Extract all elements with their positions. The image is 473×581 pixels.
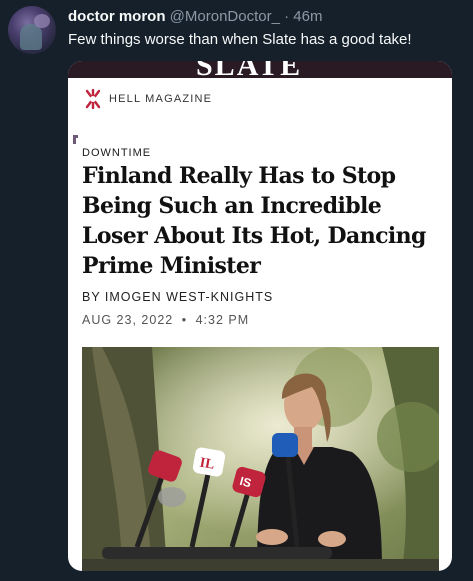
section-label: HELL MAGAZINE	[83, 89, 212, 109]
article-photo: IL IS	[82, 347, 439, 571]
tweet-time[interactable]: 46m	[293, 8, 322, 25]
slate-header-bar: SLATE	[68, 61, 452, 78]
slate-star-icon	[85, 89, 101, 109]
byline: BY IMOGEN WEST-KNIGHTS	[82, 290, 274, 304]
handle[interactable]: @MoronDoctor_	[170, 8, 280, 25]
tweet-text: Few things worse than when Slate has a g…	[68, 31, 412, 48]
photo-illustration: IL IS	[82, 347, 439, 571]
avatar-figure	[20, 24, 42, 50]
dateline: AUG 23, 2022 • 4:32 PM	[82, 313, 249, 327]
date-separator: •	[181, 313, 188, 327]
kicker-bracket	[73, 135, 78, 144]
mic-label-il: IL	[198, 456, 215, 473]
article-screenshot[interactable]: SLATE HELL MAGAZINE DOWNTIME Finland Rea…	[68, 61, 452, 571]
headline: Finland Really Has to Stop Being Such an…	[82, 163, 426, 279]
header-separator: ·	[284, 8, 290, 25]
publish-time: 4:32 PM	[195, 313, 250, 327]
display-name[interactable]: doctor moron	[68, 8, 166, 25]
section-name: HELL MAGAZINE	[109, 93, 213, 105]
avatar-highlight	[34, 14, 50, 28]
avatar[interactable]	[8, 6, 56, 54]
tweet-header: doctor moron @MoronDoctor_ · 46m	[68, 8, 322, 25]
publish-date: AUG 23, 2022	[82, 313, 174, 327]
kicker: DOWNTIME	[82, 147, 152, 159]
slate-logo: SLATE	[196, 61, 303, 78]
